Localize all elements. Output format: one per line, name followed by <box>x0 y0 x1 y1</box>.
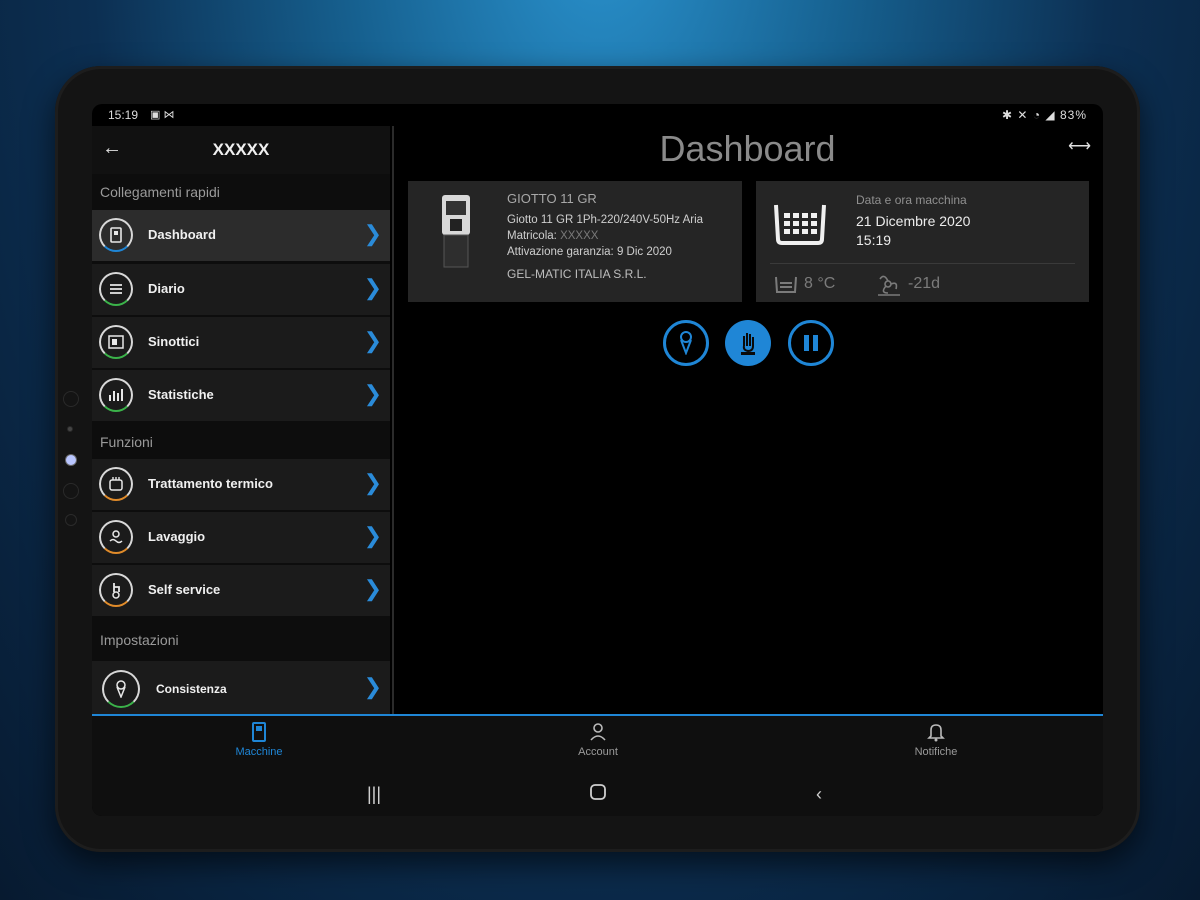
app-screen: 15:19 ▣ ⋈ ✱ ✕ ◔ ◢ 83% ← XXXXX Collegamen… <box>92 104 1103 816</box>
menu-item-diario[interactable]: Diario ❯ <box>92 264 390 315</box>
machine-company: GEL-MATIC ITALIA S.R.L. <box>507 267 647 281</box>
machine-date: 21 Dicembre 2020 <box>856 213 971 229</box>
menu-item-dashboard[interactable]: Dashboard ❯ <box>92 210 390 261</box>
expand-icon[interactable]: ⟷ <box>1068 136 1091 156</box>
stop-action-button[interactable] <box>725 320 771 366</box>
temperature-value: 8 °C <box>804 275 836 292</box>
stop-hand-icon <box>741 333 755 355</box>
bell-icon <box>876 722 996 746</box>
menu-label-statistiche: Statistiche <box>148 387 214 402</box>
stats-icon <box>99 378 133 412</box>
chevron-right-icon: ❯ <box>363 328 382 353</box>
menu-item-sinottici[interactable]: Sinottici ❯ <box>92 317 390 368</box>
pause-icon <box>804 335 818 351</box>
wash-icon <box>99 520 133 554</box>
tab-label-macchine: Macchine <box>235 746 283 758</box>
tab-label-account: Account <box>578 746 618 758</box>
thermal-icon <box>99 467 133 501</box>
machine-icon <box>199 722 319 746</box>
menu-label-sinottici: Sinottici <box>148 334 200 349</box>
menu-item-consistenza[interactable]: Consistenza ❯ <box>92 661 390 715</box>
chevron-right-icon: ❯ <box>363 470 382 495</box>
drawer-header: ← XXXXX <box>92 126 390 174</box>
front-camera <box>65 454 77 466</box>
chevron-right-icon: ❯ <box>363 275 382 300</box>
machine-thumbnail-icon <box>442 195 470 268</box>
machine-serial: Matricola: XXXXX <box>507 230 598 242</box>
status-right: ✱ ✕ ◔ ◢ 83% <box>1002 108 1087 122</box>
fan-value: -21d <box>908 275 941 292</box>
status-bar: 15:19 ▣ ⋈ ✱ ✕ ◔ ◢ 83% <box>92 104 1103 126</box>
menu-item-lavaggio[interactable]: Lavaggio ❯ <box>92 512 390 563</box>
menu-item-statistiche[interactable]: Statistiche ❯ <box>92 370 390 421</box>
page-title: Dashboard <box>659 128 836 169</box>
machine-name: GIOTTO 11 GR <box>507 191 597 206</box>
tab-macchine[interactable]: Macchine <box>199 722 319 758</box>
synoptic-icon <box>99 325 133 359</box>
self-service-icon <box>99 573 133 607</box>
signal-icons: ✱ ✕ ◔ ◢ <box>1002 108 1060 122</box>
ice-cream-icon <box>102 670 140 708</box>
section-functions: Funzioni <box>100 434 153 450</box>
machine-info-card[interactable]: GIOTTO 11 GR Giotto 11 GR 1Ph-220/240V-5… <box>408 181 742 302</box>
serial-label: Matricola: <box>507 230 557 242</box>
tank-temperature-icon <box>775 276 797 293</box>
chevron-right-icon: ❯ <box>363 381 382 406</box>
panel-divider <box>392 126 394 715</box>
bottom-tab-bar: Macchine Account Notifiche <box>92 716 1103 776</box>
vat-icon <box>774 204 826 245</box>
menu-label-diario: Diario <box>148 281 185 296</box>
menu-label-lavaggio: Lavaggio <box>148 529 206 544</box>
machine-model: Giotto 11 GR 1Ph-220/240V-50Hz Aria <box>507 214 704 226</box>
section-quick-links: Collegamenti rapidi <box>100 184 220 200</box>
menu-item-trattamento-termico[interactable]: Trattamento termico ❯ <box>92 459 390 510</box>
side-dot <box>67 426 73 432</box>
menu-item-self-service[interactable]: Self service ❯ <box>92 565 390 616</box>
recent-apps-icon[interactable]: ||| <box>367 784 381 805</box>
ice-cream-icon <box>680 331 692 355</box>
side-sensor <box>63 391 79 407</box>
warranty-activation: Attivazione garanzia: 9 Dic 2020 <box>507 246 672 258</box>
chevron-right-icon: ❯ <box>363 221 382 246</box>
datetime-card[interactable]: Data e ora macchina 21 Dicembre 2020 15:… <box>756 181 1089 302</box>
side-sensor-2 <box>63 483 79 499</box>
pause-action-button[interactable] <box>788 320 834 366</box>
menu-label-consistenza: Consistenza <box>156 682 227 696</box>
dashboard-icon <box>99 218 133 252</box>
machine-time: 15:19 <box>856 232 892 248</box>
chevron-right-icon: ❯ <box>363 576 382 601</box>
tab-account[interactable]: Account <box>538 722 658 758</box>
section-settings: Impostazioni <box>100 632 179 648</box>
datetime-label: Data e ora macchina <box>856 193 967 207</box>
tab-notifiche[interactable]: Notifiche <box>876 722 996 758</box>
notification-icons: ▣ ⋈ <box>150 109 175 121</box>
ice-cream-action-button[interactable] <box>663 320 709 366</box>
nav-back-icon[interactable]: ‹ <box>816 784 822 805</box>
navigation-drawer: ← XXXXX Collegamenti rapidi Dashboard ❯ … <box>92 126 390 715</box>
user-icon <box>538 722 658 746</box>
menu-label-dashboard: Dashboard <box>148 227 216 242</box>
card-divider <box>770 263 1075 264</box>
drawer-title: XXXXX <box>212 140 270 159</box>
menu-label-self-service: Self service <box>148 582 221 597</box>
chevron-right-icon: ❯ <box>363 523 382 548</box>
list-icon <box>99 272 133 306</box>
serial-value: XXXXX <box>560 230 599 242</box>
tab-label-notifiche: Notifiche <box>914 746 958 758</box>
chevron-right-icon: ❯ <box>363 674 382 699</box>
system-navigation-bar: ||| ‹ <box>92 776 1103 816</box>
home-icon[interactable] <box>590 784 606 805</box>
side-sensor-3 <box>65 514 77 526</box>
status-time: 15:19 <box>108 108 139 122</box>
menu-label-trattamento-termico: Trattamento termico <box>148 476 273 491</box>
battery-level: 83% <box>1059 108 1087 122</box>
fan-icon <box>878 275 900 296</box>
